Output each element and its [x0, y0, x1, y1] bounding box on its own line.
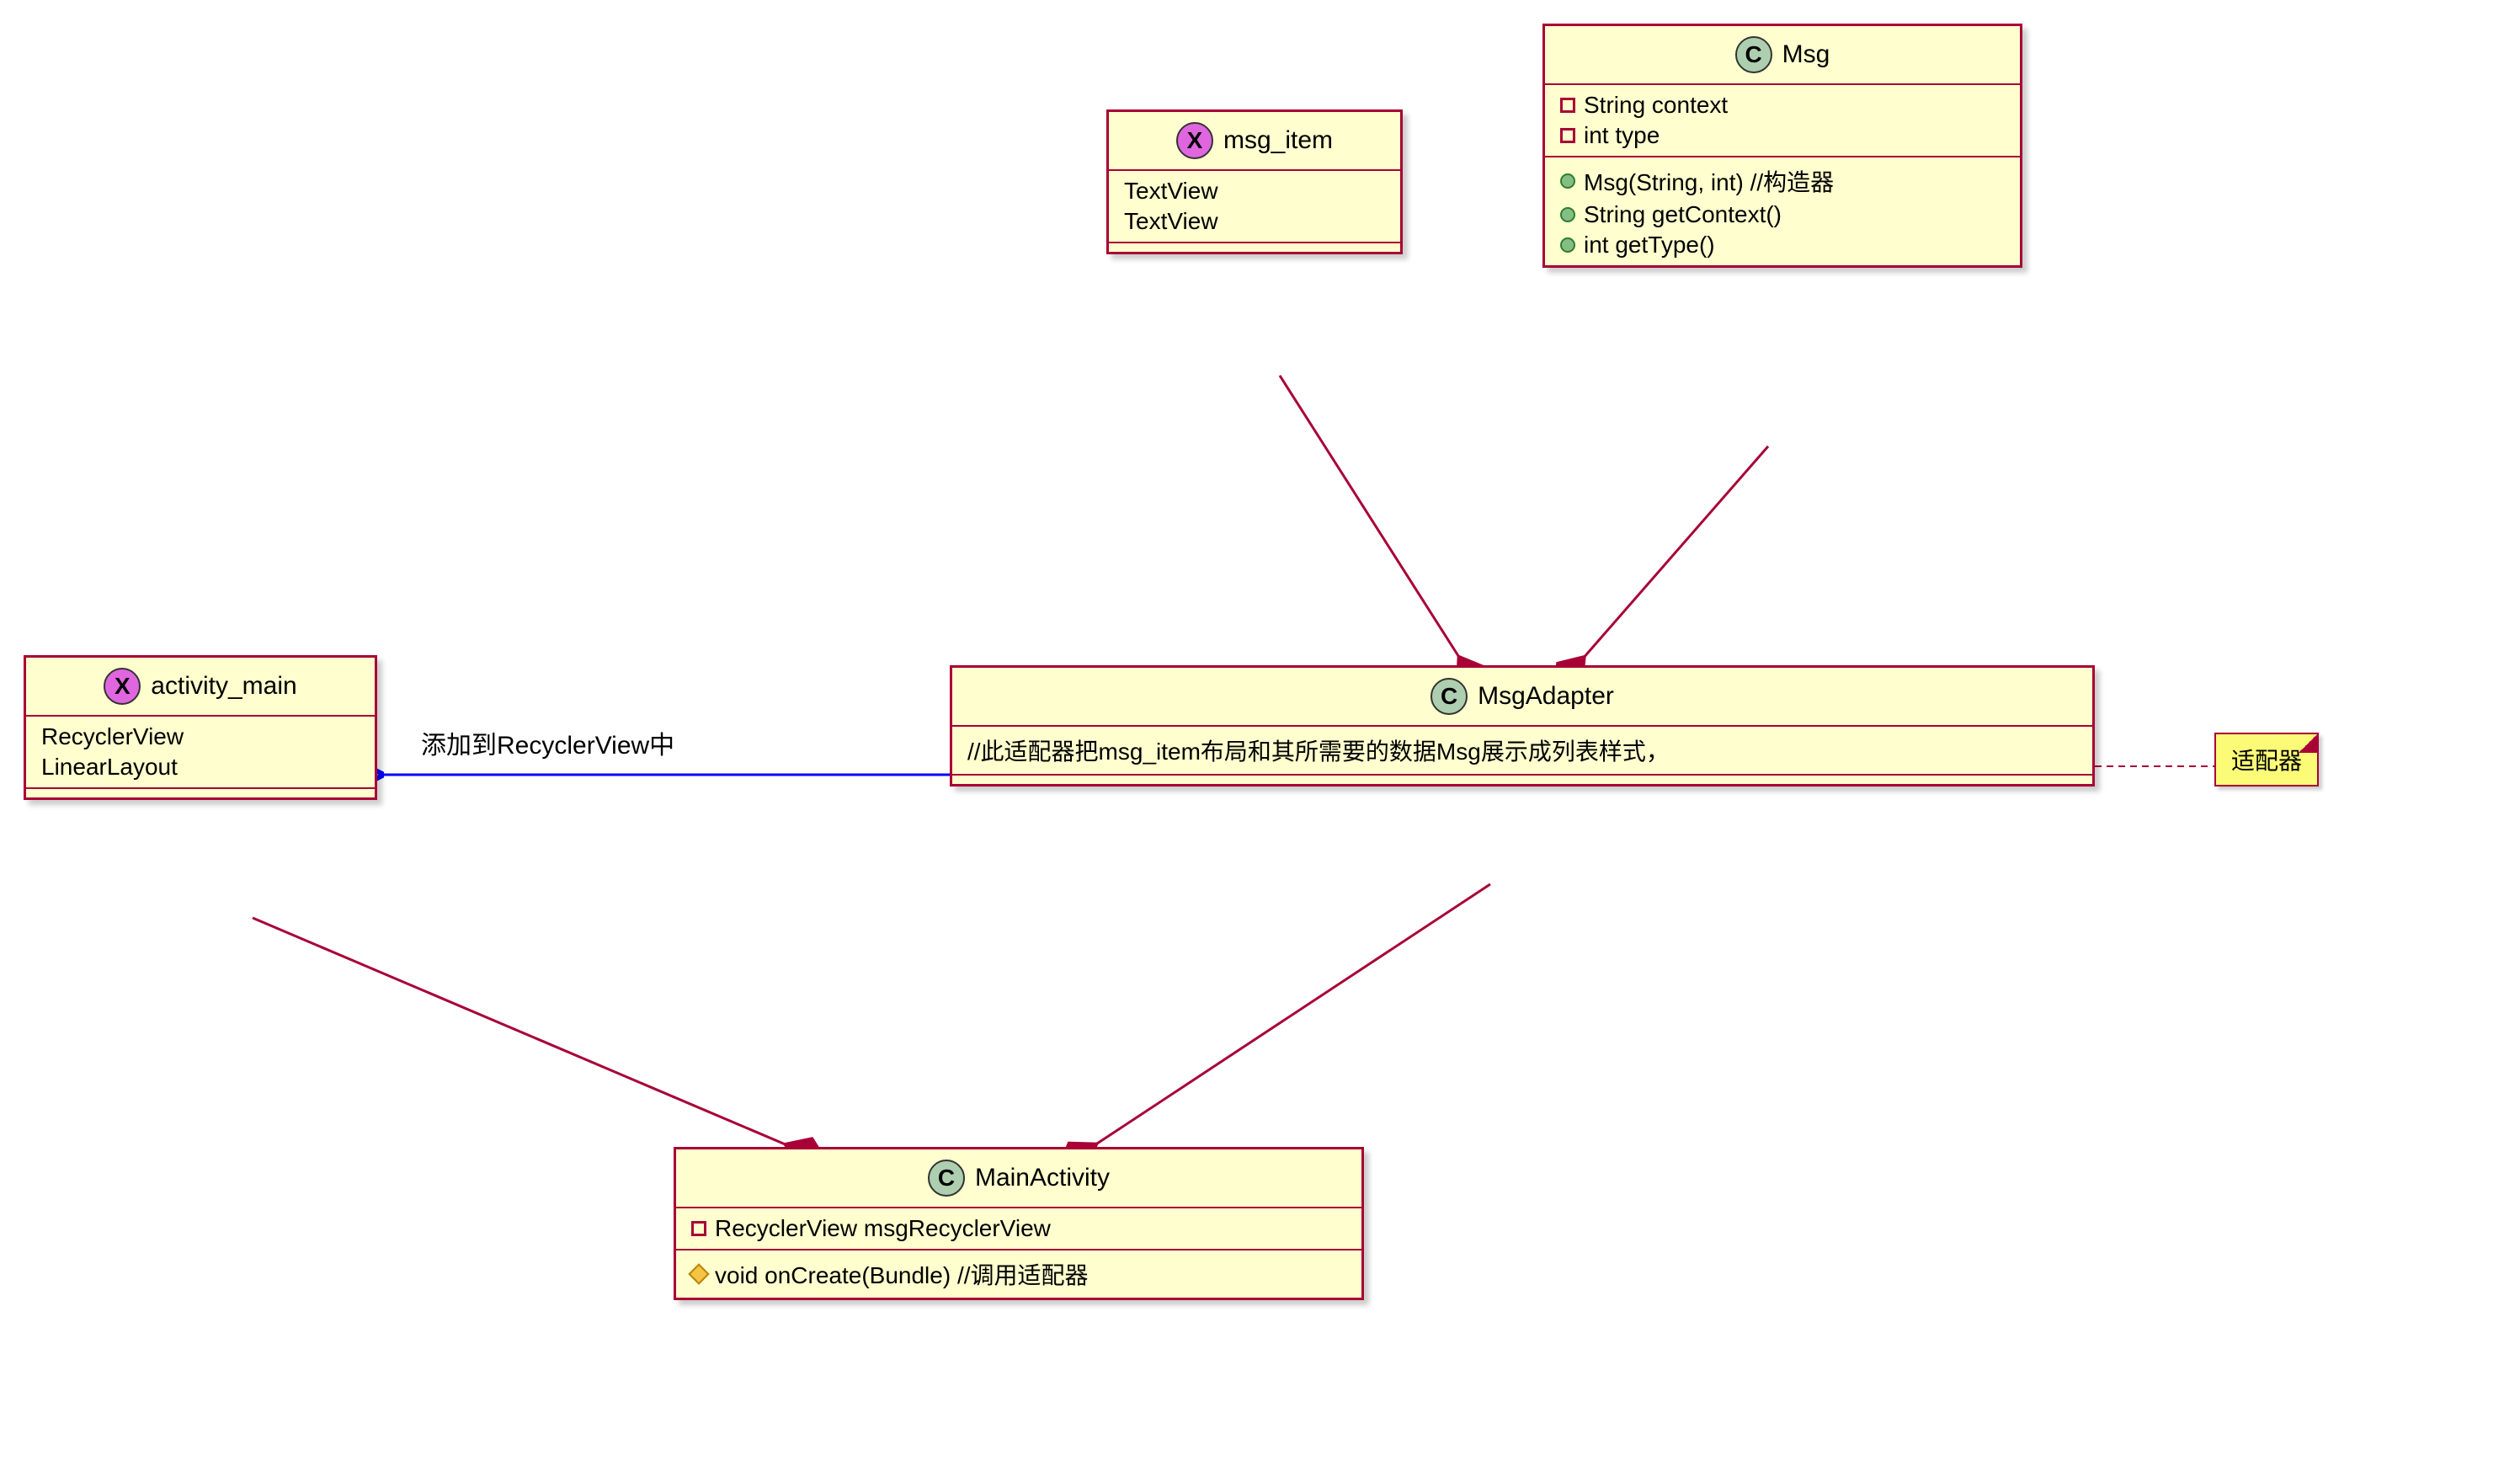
comment-row: //此适配器把msg_item布局和其所需要的数据Msg展示成列表样式，: [967, 732, 2077, 769]
note-adapter: 适配器: [2214, 733, 2319, 786]
method-row: Msg(String, int) //构造器: [1560, 163, 2005, 200]
attributes-section: TextView TextView: [1109, 171, 1400, 243]
public-icon: [1560, 207, 1575, 222]
body-section: //此适配器把msg_item布局和其所需要的数据Msg展示成列表样式，: [952, 727, 2092, 776]
attribute-row: String context: [1560, 90, 2005, 120]
class-msg: C Msg String context int type Msg(String…: [1542, 24, 2022, 268]
protected-icon: [688, 1263, 709, 1284]
methods-section: [26, 789, 375, 797]
attribute-row: int type: [1560, 120, 2005, 151]
stereotype-c-icon: C: [928, 1160, 965, 1197]
methods-section: Msg(String, int) //构造器 String getContext…: [1545, 157, 2020, 265]
class-header: C MainActivity: [676, 1149, 1361, 1208]
attributes-section: RecyclerView LinearLayout: [26, 717, 375, 789]
class-name: activity_main: [151, 672, 296, 701]
private-icon: [691, 1221, 706, 1236]
method-row: int getType(): [1560, 230, 2005, 260]
class-msg-adapter: C MsgAdapter //此适配器把msg_item布局和其所需要的数据Ms…: [950, 665, 2095, 786]
attribute-row: TextView: [1124, 206, 1385, 237]
public-icon: [1560, 173, 1575, 189]
attributes-section: String context int type: [1545, 85, 2020, 157]
class-main-activity: C MainActivity RecyclerView msgRecyclerV…: [674, 1147, 1364, 1300]
attributes-section: RecyclerView msgRecyclerView: [676, 1208, 1361, 1250]
methods-section: void onCreate(Bundle) //调用适配器: [676, 1250, 1361, 1298]
stereotype-x-icon: X: [104, 668, 141, 705]
public-icon: [1560, 237, 1575, 253]
class-msg-item: X msg_item TextView TextView: [1106, 109, 1403, 254]
method-row: String getContext(): [1560, 200, 2005, 230]
class-name: Msg: [1782, 40, 1830, 69]
stereotype-c-icon: C: [1735, 36, 1772, 73]
methods-section: [952, 776, 2092, 784]
class-activity-main: X activity_main RecyclerView LinearLayou…: [24, 655, 377, 800]
class-header: C Msg: [1545, 26, 2020, 85]
method-row: void onCreate(Bundle) //调用适配器: [691, 1256, 1346, 1293]
attribute-row: RecyclerView: [41, 722, 360, 752]
edge-label-recyclerview: 添加到RecyclerView中: [421, 724, 674, 761]
class-header: X msg_item: [1109, 112, 1400, 171]
attribute-row: LinearLayout: [41, 752, 360, 782]
class-name: MainActivity: [975, 1164, 1110, 1192]
attribute-row: RecyclerView msgRecyclerView: [691, 1213, 1346, 1244]
private-icon: [1560, 98, 1575, 113]
class-name: MsgAdapter: [1478, 682, 1614, 711]
class-name: msg_item: [1223, 126, 1333, 155]
class-header: C MsgAdapter: [952, 668, 2092, 727]
note-text: 适配器: [2231, 748, 2302, 774]
stereotype-x-icon: X: [1176, 122, 1213, 159]
methods-section: [1109, 243, 1400, 252]
private-icon: [1560, 128, 1575, 143]
class-header: X activity_main: [26, 658, 375, 717]
stereotype-c-icon: C: [1430, 678, 1468, 715]
attribute-row: TextView: [1124, 176, 1385, 206]
